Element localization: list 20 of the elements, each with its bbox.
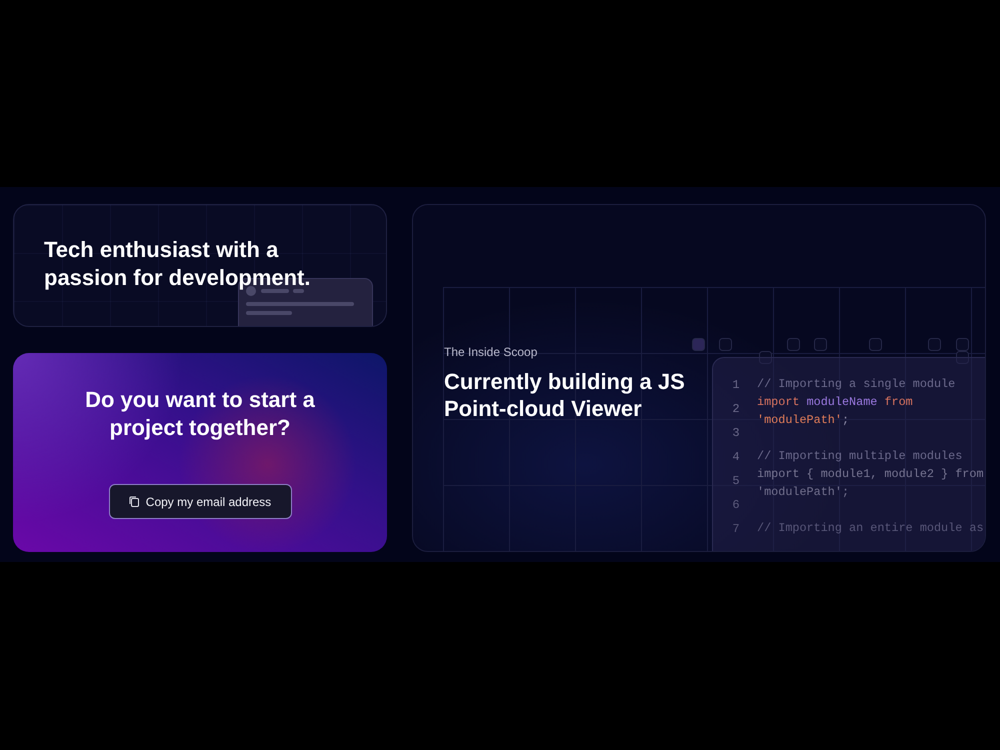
line-number: 6 xyxy=(731,497,741,514)
copy-email-button[interactable]: Copy my email address xyxy=(108,484,292,519)
code-line: // Importing a single module xyxy=(757,376,956,393)
line-number: 1 xyxy=(731,377,741,394)
code-line: import moduleName from xyxy=(757,394,913,411)
intro-heading: Tech enthusiast with a passion for development. xyxy=(44,236,312,292)
line-number: 7 xyxy=(731,521,741,538)
code-line: // Importing multiple modules xyxy=(757,448,962,465)
code-line: import { module1, module2 } from xyxy=(757,466,984,483)
copy-icon xyxy=(128,496,139,507)
code-line: // Importing an entire module as xyxy=(757,520,984,537)
line-number: 4 xyxy=(731,449,741,466)
eyebrow-label: The Inside Scoop xyxy=(444,344,538,360)
line-number: 2 xyxy=(731,401,741,418)
code-line: 'modulePath'; xyxy=(757,484,850,501)
contact-heading: Do you want to start a project together? xyxy=(84,386,316,442)
project-heading: Currently building a JS Point-cloud Viewer xyxy=(444,368,686,422)
line-number: 5 xyxy=(731,473,741,490)
line-number: 3 xyxy=(731,425,741,442)
code-line: 'modulePath'; xyxy=(757,412,850,429)
